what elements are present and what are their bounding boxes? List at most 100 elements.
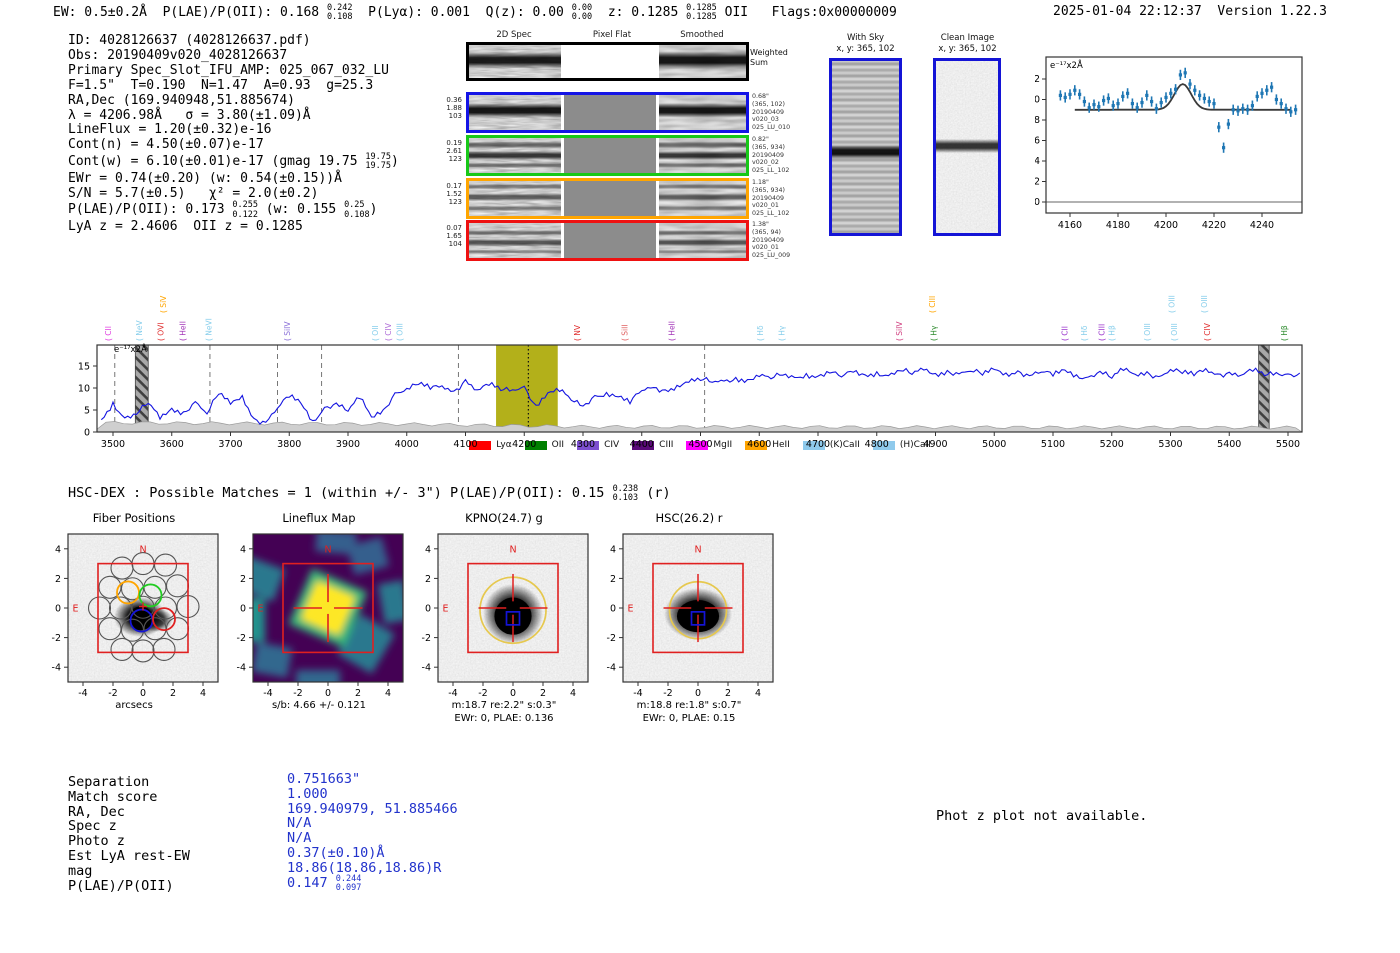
superscript-subscript-value: 0.255 0.122 — [232, 200, 258, 220]
match-row-value: 18.86(18.86,18.86)R — [287, 859, 442, 876]
tick-label: 0 — [425, 604, 431, 615]
tick-label: 4200 — [512, 439, 536, 450]
tick-label: 2 — [725, 688, 731, 699]
match-row-label: mag — [68, 862, 93, 879]
cutout-title: Lineflux Map — [282, 511, 356, 525]
tick-label: -2 — [108, 688, 117, 699]
clean-image-cutout — [933, 58, 1001, 236]
spec2d-row — [466, 42, 749, 81]
match-row-value: N/A — [287, 815, 312, 832]
tick-label: -2 — [52, 633, 61, 644]
tick-label: -2 — [663, 688, 672, 699]
spec2d-row-annotation: 0.82" (365, 934) 20190409 v020_02 025_LL_102 — [752, 136, 790, 175]
match-row-label: Est LyA rest-EW — [68, 848, 190, 864]
match-row-label: Spec z — [68, 818, 117, 835]
cutout-xlabel: arcsecs — [115, 700, 153, 711]
emission-line-label: ( SiIV — [283, 321, 292, 341]
emission-line-label: ( SiV — [159, 295, 168, 313]
emission-line-label: ( CIII — [1098, 324, 1107, 341]
match-row-value: 0.37(±0.10)Å — [287, 845, 385, 861]
tick-label: 0 — [510, 688, 516, 699]
report-timestamp: 2025-01-04 22:12:37 — [1053, 4, 1202, 19]
with-sky-cutout — [829, 58, 902, 236]
emission-line-label: ( HeII — [668, 321, 677, 341]
emission-line-label: ( OIII — [1168, 295, 1177, 313]
tick-label: 4800 — [865, 439, 889, 450]
emission-line-label: ( HeII — [178, 321, 187, 341]
superscript-subscript-value: 0.25 0.108 — [344, 200, 370, 220]
emission-line-label: ( Hδ — [756, 325, 765, 341]
tick-label: 15 — [78, 362, 90, 373]
match-row-label: Separation — [68, 774, 150, 790]
tick-label: -2 — [237, 633, 246, 644]
superscript-subscript-value: 0.00 0.00 — [571, 3, 593, 23]
emission-line-label: ( OVI — [157, 323, 166, 341]
spec2d-row-annotation: 1.38" (365, 94) 20190409 v020_01 025_LU_009 — [752, 221, 791, 260]
tick-label: -4 — [52, 663, 61, 674]
info-line: P(LAE)/P(OII): 0.173 0.255 0.122 (w: 0.15… — [68, 200, 378, 220]
cutout-svg-lineflux_map: N E -4 -4 -2 -2 0 0 2 2 4 4 — [237, 533, 404, 699]
tick-label: 0 — [140, 688, 146, 699]
info-line: EWr = 0.74(±0.20) (w: 0.54(±0.15))Å — [68, 170, 342, 186]
tick-label: 5400 — [1217, 439, 1241, 450]
info-line: LineFlux = 1.20(±0.32)e-16 — [68, 122, 272, 138]
tick-label: -4 — [448, 688, 457, 699]
spec2d-row — [466, 92, 749, 133]
tick-label: 4240 — [1250, 220, 1274, 231]
tick-label: E — [72, 604, 78, 615]
tick-label: -4 — [78, 688, 87, 699]
tick-label: 4180 — [1106, 220, 1130, 231]
tick-label: N — [324, 545, 331, 556]
tick-label: 4400 — [630, 439, 654, 450]
emission-line-label: ( CII — [1061, 326, 1070, 341]
full-spectrum-svg: 3500 3600 3700 3800 3900 4000 4100 4200 4300 4400… — [78, 295, 1303, 450]
spec2d-row-weights: 0.07 1.65 104 — [446, 224, 462, 249]
tick-label: -2 — [607, 633, 616, 644]
spec2d-row — [466, 135, 749, 176]
emission-line-label: ( OIII — [396, 323, 405, 341]
tick-label: 4200 — [1154, 220, 1178, 231]
superscript-subscript-value: 0.244 0.097 — [335, 873, 362, 893]
tick-label: 0 — [610, 604, 616, 615]
tick-label: 10 — [78, 384, 90, 395]
tick-label: e⁻¹⁷x2Å — [1050, 59, 1083, 71]
tick-label: 4000 — [395, 439, 419, 450]
cutout-caption: m:18.8 re:1.8" s:0.7" — [636, 700, 742, 711]
tick-label: 5500 — [1276, 439, 1300, 450]
emission-line-label: ( OIII — [1143, 323, 1152, 341]
tick-label: -2 — [293, 688, 302, 699]
superscript-subscript-value: 0.1285 0.1285 — [686, 3, 717, 23]
tick-label: 4100 — [453, 439, 477, 450]
tick-label: 4 — [610, 544, 616, 555]
match-row-value: 0.751663" — [287, 771, 361, 787]
match-row-label: RA, Dec — [68, 803, 125, 820]
cutout-svg-fiber_positions: N E -4 -4 -2 -2 0 0 2 2 4 4 — [52, 533, 219, 699]
emission-line-label: ( Hγ — [930, 325, 939, 341]
tick-label: N — [509, 545, 516, 556]
tick-label: 4300 — [571, 439, 595, 450]
tick-label: 4600 — [747, 439, 771, 450]
tick-label: 2 — [240, 574, 246, 585]
weighted-sum-label: Weighted Sum — [750, 48, 788, 67]
tick-label: 6 — [1035, 136, 1040, 147]
tick-label: 4900 — [923, 439, 947, 450]
superscript-subscript-value: 19.75 19.75 — [365, 152, 392, 172]
photz-note: Phot z plot not available. — [936, 808, 1148, 824]
tick-label: 3500 — [101, 439, 125, 450]
tick-label: 2 — [425, 574, 431, 585]
tick-label: 4500 — [688, 439, 712, 450]
tick-label: E — [257, 604, 263, 615]
tick-label: 0 — [695, 688, 701, 699]
superscript-subscript-value: 0.242 0.108 — [326, 3, 353, 23]
emission-line-label: ( CII — [104, 326, 113, 341]
tick-label: 5 — [84, 406, 90, 417]
match-row-value: N/A — [287, 830, 312, 847]
tick-label: 2 — [540, 688, 546, 699]
info-line: F=1.5" T=0.190 N=1.47 A=0.93 g=25.3 — [68, 77, 374, 93]
spec2d-row — [466, 178, 749, 219]
tick-label: N — [694, 545, 701, 556]
tick-label: 8 — [1035, 115, 1040, 126]
tick-label: 0 — [55, 604, 61, 615]
detection-info-block: ID: 4028126637 (4028126637.pdf) Obs: 2019… — [68, 33, 399, 235]
match-row-value: 1.000 — [287, 785, 328, 802]
